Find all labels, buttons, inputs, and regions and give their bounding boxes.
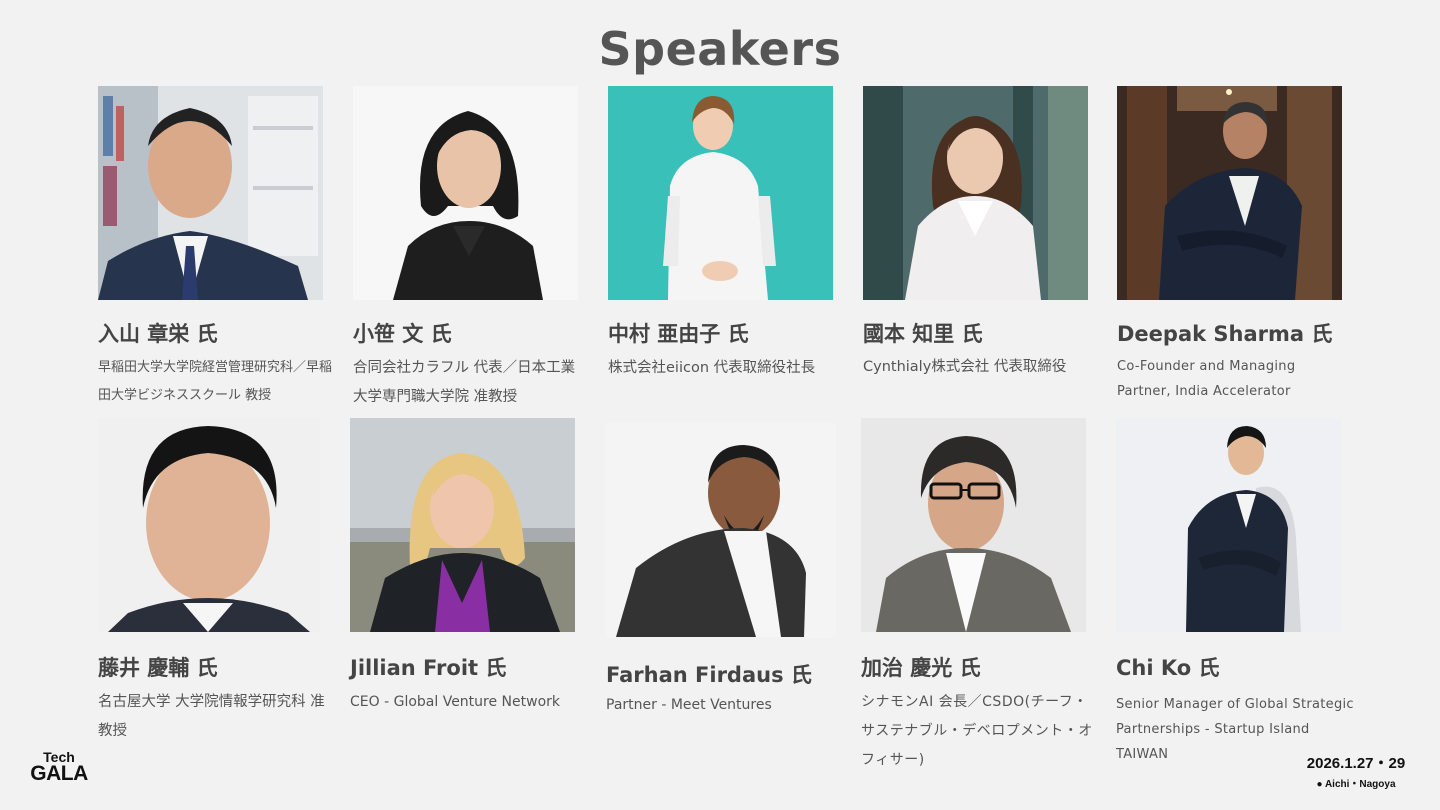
speaker-role: CEO - Global Venture Network <box>350 694 561 710</box>
speaker-role: シナモンAI 会長／CSDO(チーフ・サステナブル・デベロプメント・オフィサー) <box>861 694 1093 768</box>
speaker-role: Co-Founder and Managing Partner, India A… <box>1117 359 1296 399</box>
speaker-name: Deepak Sharma 氏 <box>1117 322 1333 346</box>
speaker-photo <box>98 418 320 632</box>
speaker-card: Jillian Froit 氏 CEO - Global Venture Net… <box>350 418 580 717</box>
event-dates: 2026.1.27・29 <box>1306 755 1406 772</box>
event-location: Aichi・Nagoya <box>1324 779 1396 790</box>
page-title: Speakers <box>598 22 842 76</box>
speaker-name: Chi Ko 氏 <box>1116 656 1220 680</box>
speaker-photo <box>1117 86 1342 300</box>
event-info: 2026.1.27・29 ● Aichi・Nagoya <box>1296 752 1416 790</box>
speaker-card: 入山 章栄 氏 早稲田大学大学院経営管理研究科／早稲田大学ビジネススクール 教授 <box>98 86 332 410</box>
speaker-photo <box>863 86 1088 300</box>
tech-gala-logo: Tech GALA <box>24 750 94 785</box>
speaker-name: 入山 章栄 氏 <box>98 322 218 346</box>
speaker-role: 早稲田大学大学院経営管理研究科／早稲田大学ビジネススクール 教授 <box>98 360 333 403</box>
speaker-name: Jillian Froit 氏 <box>350 656 507 680</box>
logo-bottom-text: GALA <box>30 762 88 785</box>
speaker-card: Deepak Sharma 氏 Co-Founder and Managing … <box>1117 86 1347 404</box>
speaker-photo <box>606 423 836 637</box>
location-pin-icon: ● <box>1316 779 1323 790</box>
speaker-role: Partner - Meet Ventures <box>606 697 772 713</box>
speaker-card: 中村 亜由子 氏 株式会社eiicon 代表取締役社長 <box>608 86 838 383</box>
speaker-name: 藤井 慶輔 氏 <box>98 656 218 680</box>
speaker-name: 國本 知里 氏 <box>863 322 983 346</box>
speaker-photo <box>98 86 323 300</box>
speaker-role: 株式会社eiicon 代表取締役社長 <box>608 360 816 376</box>
speaker-card: 國本 知里 氏 Cynthialy株式会社 代表取締役 <box>863 86 1093 381</box>
speaker-name: Farhan Firdaus 氏 <box>606 663 812 687</box>
speaker-photo <box>353 86 578 300</box>
speaker-photo <box>608 86 833 300</box>
speaker-name: 中村 亜由子 氏 <box>608 322 749 346</box>
speaker-photo <box>1116 418 1341 632</box>
speaker-card: 小笹 文 氏 合同会社カラフル 代表／日本工業大学専門職大学院 准教授 <box>353 86 583 412</box>
speaker-role: 合同会社カラフル 代表／日本工業大学専門職大学院 准教授 <box>353 360 576 405</box>
speaker-card: Chi Ko 氏 Senior Manager of Global Strate… <box>1116 418 1354 767</box>
speaker-card: 藤井 慶輔 氏 名古屋大学 大学院情報学研究科 准教授 <box>98 418 328 746</box>
speaker-card: 加治 慶光 氏 シナモンAI 会長／CSDO(チーフ・サステナブル・デベロプメン… <box>861 418 1092 775</box>
speaker-photo <box>861 418 1086 632</box>
event-location-row: ● Aichi・Nagoya <box>1296 775 1416 790</box>
speaker-role: 名古屋大学 大学院情報学研究科 准教授 <box>98 694 325 739</box>
speaker-card: Farhan Firdaus 氏 Partner - Meet Ventures <box>606 423 836 715</box>
speaker-photo <box>350 418 575 632</box>
speaker-name: 加治 慶光 氏 <box>861 656 981 680</box>
speaker-role: Cynthialy株式会社 代表取締役 <box>863 359 1067 375</box>
speaker-name: 小笹 文 氏 <box>353 322 452 346</box>
